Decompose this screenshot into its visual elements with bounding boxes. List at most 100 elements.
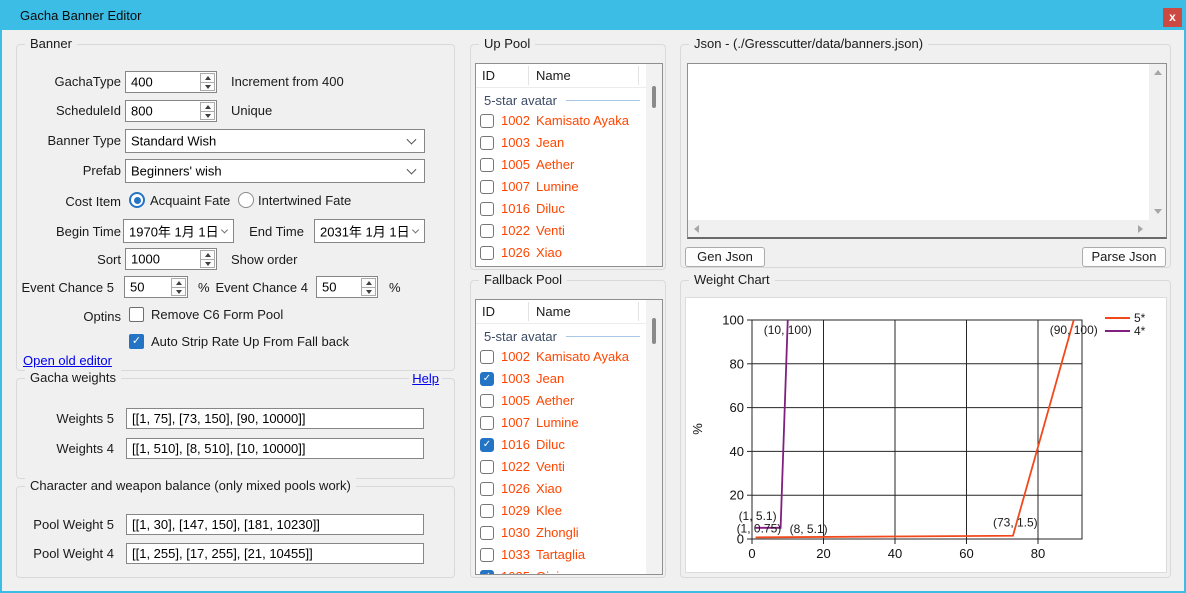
event-chance4-input[interactable]: 50 [316, 276, 378, 298]
gachatype-input[interactable]: 400 [125, 71, 217, 93]
row-checkbox[interactable] [480, 526, 494, 540]
json-text[interactable] [692, 66, 1146, 217]
list-item[interactable]: 1026Xiao [476, 242, 646, 264]
vertical-scrollbar[interactable] [1149, 64, 1166, 220]
list-item[interactable]: 1022Venti [476, 220, 646, 242]
spin-down-icon[interactable] [201, 259, 214, 267]
parse-json-button[interactable]: Parse Json [1082, 247, 1166, 267]
row-checkbox[interactable] [480, 460, 494, 474]
event-chance5-spinner[interactable] [171, 278, 186, 296]
column-name[interactable]: Name [536, 304, 571, 319]
row-checkbox[interactable] [480, 180, 494, 194]
column-separator[interactable] [638, 66, 639, 85]
event-chance5-input[interactable]: 50 [124, 276, 188, 298]
horizontal-scrollbar[interactable] [688, 220, 1149, 237]
event-chance4-spinner[interactable] [361, 278, 376, 296]
remove-c6-checkbox[interactable] [129, 307, 144, 322]
list-item[interactable]: 1007Lumine [476, 412, 646, 434]
row-checkbox[interactable] [480, 416, 494, 430]
scheduleid-spinner[interactable] [200, 102, 215, 120]
column-id[interactable]: ID [482, 68, 495, 83]
close-button[interactable]: x [1163, 8, 1182, 27]
row-checkbox[interactable] [480, 158, 494, 172]
column-separator[interactable] [638, 302, 639, 321]
acquaint-fate-radio[interactable] [129, 192, 145, 208]
row-checkbox[interactable] [480, 372, 494, 386]
spin-down-icon[interactable] [172, 287, 185, 295]
row-checkbox[interactable] [480, 504, 494, 518]
list-item[interactable]: 1022Venti [476, 456, 646, 478]
list-item[interactable]: 1005Aether [476, 154, 646, 176]
titlebar[interactable]: Gacha Banner Editor x [0, 0, 1186, 30]
row-checkbox[interactable] [480, 114, 494, 128]
row-checkbox[interactable] [480, 224, 494, 238]
list-item[interactable]: 1003Jean [476, 132, 646, 154]
scrollbar-thumb[interactable] [652, 86, 656, 108]
row-checkbox[interactable] [480, 136, 494, 150]
weights5-input[interactable]: [[1, 75], [73, 150], [90, 10000]] [126, 408, 424, 429]
intertwined-fate-radio[interactable] [238, 192, 254, 208]
column-name[interactable]: Name [536, 68, 571, 83]
list-item[interactable]: 1016Diluc [476, 198, 646, 220]
remove-c6-label[interactable]: Remove C6 Form Pool [151, 305, 283, 325]
end-time-picker[interactable]: 2031年 1月 1日 [314, 219, 425, 243]
column-separator[interactable] [528, 302, 529, 321]
spin-up-icon[interactable] [172, 279, 185, 287]
column-id[interactable]: ID [482, 304, 495, 319]
row-checkbox[interactable] [480, 202, 494, 216]
scroll-left-icon[interactable] [688, 220, 705, 237]
scheduleid-input[interactable]: 800 [125, 100, 217, 122]
row-checkbox[interactable] [480, 438, 494, 452]
list-item[interactable]: 1007Lumine [476, 176, 646, 198]
scroll-right-icon[interactable] [1132, 220, 1149, 237]
banner-type-select[interactable]: Standard Wish [125, 129, 425, 153]
begin-time-picker[interactable]: 1970年 1月 1日 [123, 219, 234, 243]
spin-up-icon[interactable] [201, 74, 214, 82]
sort-input[interactable]: 1000 [125, 248, 217, 270]
pool-weight5-input[interactable]: [[1, 30], [147, 150], [181, 10230]] [126, 514, 424, 535]
spin-down-icon[interactable] [201, 82, 214, 90]
row-checkbox[interactable] [480, 570, 494, 574]
list-item[interactable]: 1035Qiqi [476, 566, 646, 574]
list-item[interactable]: 1003Jean [476, 368, 646, 390]
weights4-input[interactable]: [[1, 510], [8, 510], [10, 10000]] [126, 438, 424, 459]
row-checkbox[interactable] [480, 246, 494, 260]
list-item[interactable]: 1005Aether [476, 390, 646, 412]
spin-up-icon[interactable] [201, 103, 214, 111]
gen-json-button[interactable]: Gen Json [685, 247, 765, 267]
json-textarea[interactable] [687, 63, 1167, 239]
prefab-select[interactable]: Beginners' wish [125, 159, 425, 183]
row-checkbox[interactable] [480, 394, 494, 408]
spin-up-icon[interactable] [362, 279, 375, 287]
scroll-down-icon[interactable] [1149, 203, 1166, 220]
spin-down-icon[interactable] [362, 287, 375, 295]
row-checkbox[interactable] [480, 350, 494, 364]
column-separator[interactable] [528, 66, 529, 85]
spin-up-icon[interactable] [201, 251, 214, 259]
up-pool-scrollbar[interactable] [646, 64, 662, 266]
scrollbar-thumb[interactable] [652, 318, 656, 344]
list-item[interactable]: 1026Xiao [476, 478, 646, 500]
scroll-up-icon[interactable] [1149, 64, 1166, 81]
auto-strip-label[interactable]: Auto Strip Rate Up From Fall back [151, 332, 349, 352]
list-header[interactable]: ID Name [476, 64, 646, 88]
row-checkbox[interactable] [480, 482, 494, 496]
list-item[interactable]: 1016Diluc [476, 434, 646, 456]
intertwined-fate-label[interactable]: Intertwined Fate [258, 191, 351, 211]
gachatype-spinner[interactable] [200, 73, 215, 91]
auto-strip-checkbox[interactable] [129, 334, 144, 349]
sort-spinner[interactable] [200, 250, 215, 268]
fallback-pool-scrollbar[interactable] [646, 300, 662, 574]
list-item[interactable]: 1029Klee [476, 500, 646, 522]
list-item[interactable]: 1033Tartaglia [476, 544, 646, 566]
list-item[interactable]: 1030Zhongli [476, 522, 646, 544]
up-pool-list[interactable]: ID Name 5-star avatar 1002Kamisato Ayaka… [475, 63, 663, 267]
acquaint-fate-label[interactable]: Acquaint Fate [150, 191, 230, 211]
list-item[interactable]: 1002Kamisato Ayaka [476, 346, 646, 368]
open-old-editor-link[interactable]: Open old editor [23, 353, 112, 368]
spin-down-icon[interactable] [201, 111, 214, 119]
pool-weight4-input[interactable]: [[1, 255], [17, 255], [21, 10455]] [126, 543, 424, 564]
list-header[interactable]: ID Name [476, 300, 646, 324]
row-checkbox[interactable] [480, 548, 494, 562]
help-link[interactable]: Help [409, 371, 442, 386]
